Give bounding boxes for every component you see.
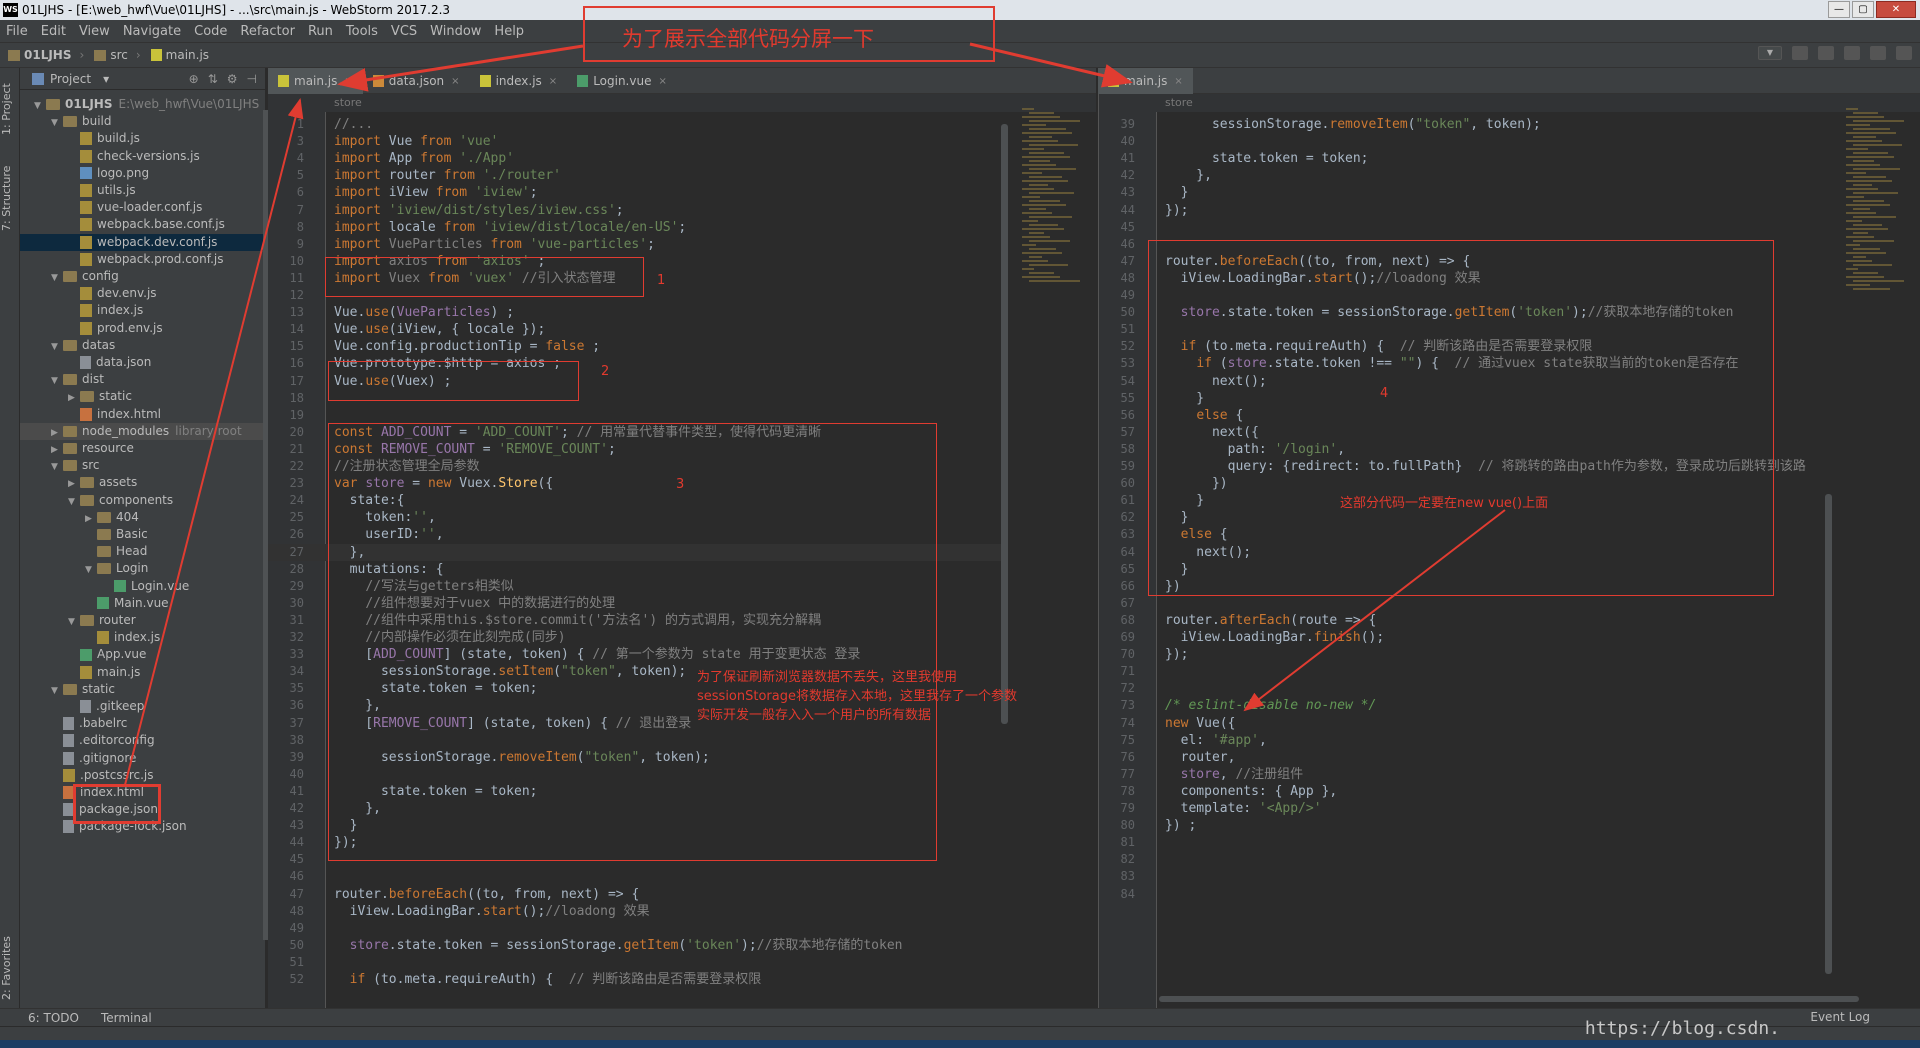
arrow-main-js-to-tab [124, 98, 304, 786]
annotation-arrows [124, 42, 1506, 786]
arrow-to-right-tab [969, 42, 1133, 88]
windows-taskbar [0, 1040, 1920, 1048]
todo-tab[interactable]: 6: TODO [28, 1011, 79, 1025]
arrow-to-left-tab [337, 44, 584, 92]
arrow-to-new-vue [1243, 509, 1506, 712]
terminal-tab[interactable]: Terminal [101, 1011, 152, 1025]
watermark: https://blog.csdn. [1584, 1018, 1780, 1039]
event-log-button[interactable]: Event Log [1810, 1008, 1870, 1026]
